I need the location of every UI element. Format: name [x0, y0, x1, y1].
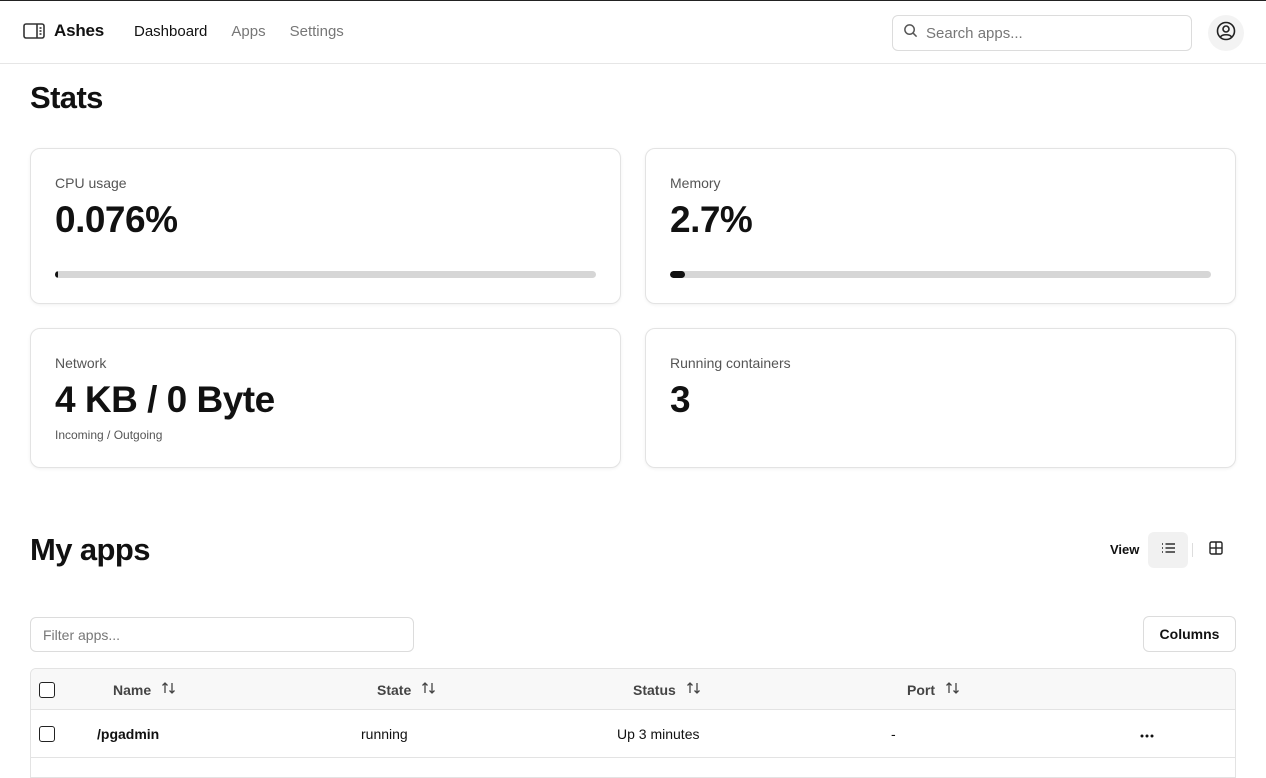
column-header-status-label: Status [633, 681, 676, 698]
nav-settings[interactable]: Settings [290, 23, 344, 40]
sort-arrows-icon [421, 681, 436, 698]
my-apps-heading: My apps [30, 532, 150, 567]
app-port-cell: - [891, 726, 896, 742]
network-sublabel: Incoming / Outgoing [55, 428, 163, 442]
apps-table: Name State Status Port /pgadmin running … [30, 668, 1236, 778]
grid-icon [1209, 540, 1223, 560]
network-value: 4 KB / 0 Byte [55, 379, 275, 420]
stats-heading: Stats [30, 80, 103, 115]
cpu-usage-label: CPU usage [55, 175, 127, 191]
app-status-cell: Up 3 minutes [617, 726, 700, 742]
brand[interactable]: Ashes [23, 21, 104, 41]
memory-card: Memory 2.7% [645, 148, 1236, 304]
app-state-cell: running [361, 726, 408, 742]
cpu-usage-value: 0.076% [55, 199, 178, 240]
grid-view-button[interactable] [1196, 532, 1236, 568]
main-nav: Dashboard Apps Settings [134, 23, 344, 40]
row-select-checkbox[interactable] [39, 726, 55, 742]
running-containers-label: Running containers [670, 355, 791, 371]
filter-apps-input[interactable] [30, 617, 414, 652]
sort-arrows-icon [945, 681, 960, 698]
app-name: Ashes [54, 21, 105, 40]
memory-label: Memory [670, 175, 721, 191]
columns-button[interactable]: Columns [1143, 616, 1236, 652]
search-icon [903, 23, 918, 43]
memory-progress [670, 271, 1211, 278]
memory-progress-fill [670, 271, 685, 278]
search-box [892, 15, 1192, 51]
list-view-button[interactable] [1148, 532, 1188, 568]
view-separator [1192, 543, 1193, 557]
cpu-usage-progress [55, 271, 596, 278]
user-circle-icon [1216, 21, 1236, 46]
sort-arrows-icon [686, 681, 701, 698]
top-navigation-bar: Ashes Dashboard Apps Settings [0, 0, 1266, 64]
search-input[interactable] [926, 24, 1166, 42]
row-actions-button[interactable] [1133, 720, 1161, 748]
column-header-status[interactable]: Status [633, 681, 701, 698]
network-card: Network 4 KB / 0 Byte Incoming / Outgoin… [30, 328, 621, 468]
running-containers-card: Running containers 3 [645, 328, 1236, 468]
view-label: View [1110, 542, 1140, 557]
cpu-usage-card: CPU usage 0.076% [30, 148, 621, 304]
app-name-cell[interactable]: /pgadmin [97, 726, 159, 742]
list-icon [1161, 541, 1176, 559]
column-header-state[interactable]: State [377, 681, 436, 698]
memory-value: 2.7% [670, 199, 753, 240]
network-label: Network [55, 355, 107, 371]
column-header-state-label: State [377, 681, 412, 698]
nav-dashboard[interactable]: Dashboard [134, 23, 207, 40]
column-header-name[interactable]: Name [113, 681, 176, 698]
more-horizontal-icon [1140, 725, 1154, 743]
sort-arrows-icon [161, 681, 176, 698]
server-icon [23, 22, 45, 40]
cpu-usage-progress-fill [55, 271, 58, 278]
running-containers-value: 3 [670, 379, 691, 420]
user-menu-button[interactable] [1208, 15, 1244, 51]
select-all-checkbox[interactable] [39, 682, 55, 698]
table-header: Name State Status Port [31, 669, 1235, 710]
column-header-port-label: Port [907, 681, 935, 698]
column-header-name-label: Name [113, 681, 152, 698]
column-header-port[interactable]: Port [907, 681, 960, 698]
table-row[interactable]: /pgadmin running Up 3 minutes - [31, 710, 1235, 758]
nav-apps[interactable]: Apps [231, 23, 265, 40]
